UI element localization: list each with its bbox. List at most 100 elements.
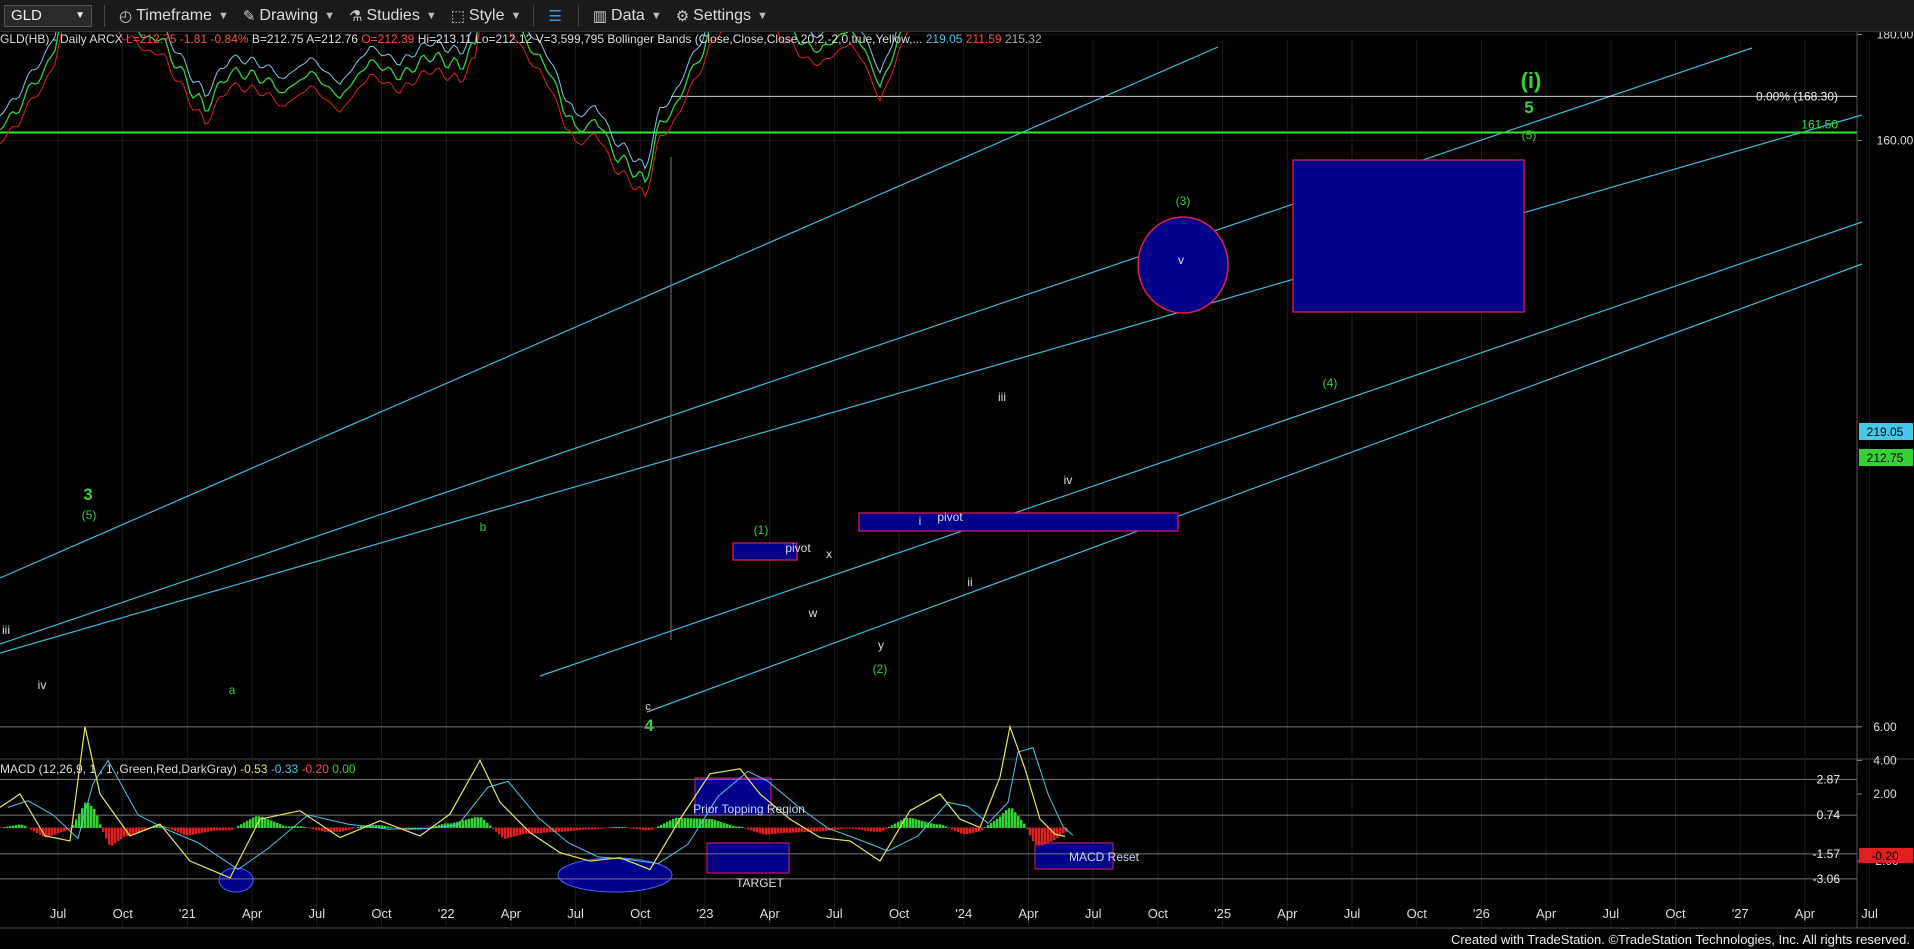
x-tick-label: '26 [1473,906,1490,921]
macd-histogram-bar [237,825,240,828]
macd-histogram-bar [303,826,306,828]
macd-histogram-bar [483,820,486,828]
open-price: O=212.39 [361,32,415,46]
macd-histogram-bar [759,827,762,834]
macd-level-label: 0.74 [1817,808,1841,822]
macd-histogram-bar [609,827,612,828]
macd-histogram-bar [753,827,756,832]
macd-histogram-bar [297,826,300,828]
wave-label: iv [38,678,47,692]
macd-histogram-bar [513,827,516,837]
macd-histogram-bar [312,827,315,830]
macd-histogram-bar [879,827,882,832]
macd-histogram-bar [198,827,201,834]
wave-label: pivot [937,510,963,524]
macd-study-label: MACD (12,26,9, 1 , 1 ,Green,Red,DarkGray… [0,762,237,776]
x-tick-label: '24 [955,906,972,921]
y-tick-label: 160.00 [1877,133,1914,147]
macd-histogram-bar [690,818,693,828]
symbol-selector[interactable]: GLD ▼ [4,4,92,27]
timeframe-button[interactable]: ◴ Timeframe ▼ [119,3,229,29]
macd-histogram-bar [0,827,3,828]
macd-badge-label: -0.20 [1871,849,1899,863]
macd-histogram-bar [573,827,576,831]
macd-histogram-bar [972,827,975,833]
macd-histogram-bar [954,827,957,831]
macd-histogram-bar [108,827,111,845]
macd-histogram-bar [474,817,477,828]
pivot-box [858,512,1179,532]
x-tick-label: '25 [1214,906,1231,921]
macd-histogram-bar [684,818,687,828]
macd-histogram-bar [282,825,285,828]
macd-histogram-bar [24,825,27,828]
drawing-button[interactable]: ✎ Drawing ▼ [243,3,335,29]
studies-label: Studies [366,6,420,24]
target-box [1292,159,1525,313]
macd-histogram-bar [507,827,510,839]
macd-histogram-bar [708,818,711,828]
macd-histogram-bar [540,827,543,833]
macd-histogram-bar [729,824,732,828]
low-price: Lo=212.12 [475,32,533,46]
macd-histogram-bar [936,824,939,828]
macd-histogram-bar [1023,823,1026,828]
macd-histogram-bar [468,818,471,828]
x-tick-label: Jul [1344,906,1361,921]
macd-histogram-bar [741,826,744,828]
macd-histogram-bar [813,827,816,832]
layout-icon: ☰ [548,7,562,25]
x-tick-label: Apr [1277,906,1298,921]
style-button[interactable]: ⬚ Style ▼ [451,3,522,29]
target-label: TARGET [736,876,784,890]
macd-histogram-bar [951,827,954,830]
macd-histogram-bar [213,827,216,831]
toolbar: GLD ▼ ◴ Timeframe ▼ ✎ Drawing ▼ ⚗ Studies ▼ ⬚ St… [0,0,1914,32]
target-box-macd [706,842,790,874]
macd-histogram-bar [357,826,360,828]
macd-histogram-bar [174,827,177,832]
x-tick-label: '21 [179,906,196,921]
macd-zero-value: 0.00 [332,762,356,776]
macd-histogram-bar [462,820,465,828]
wave-label: (2) [873,662,888,676]
style-icon: ⬚ [450,7,465,25]
macd-histogram-bar [195,827,198,835]
macd-histogram-bar [180,827,183,834]
data-button[interactable]: ▥ Data ▼ [593,3,662,29]
macd-histogram-bar [657,826,660,828]
macd-histogram-bar [582,827,585,830]
studies-button[interactable]: ⚗ Studies ▼ [349,3,437,29]
macd-histogram-bar [642,827,645,830]
macd-histogram-bar [669,820,672,828]
macd-histogram-bar [522,827,525,835]
macd-histogram-bar [996,818,999,828]
instrument-name: GLD(HB) - Daily ARCX [0,32,123,46]
macd-histogram-bar [93,808,96,828]
price-change: -1.81 [179,32,208,46]
bb-lower-value: 211.59 [965,32,1002,46]
macd-histogram-bar [558,827,561,832]
macd-histogram-bar [705,818,708,828]
macd-histogram-bar [285,826,288,828]
macd-histogram-bar [963,827,966,835]
macd-histogram-bar [201,827,204,833]
macd-histogram-bar [795,827,798,833]
settings-button[interactable]: ⚙ Settings ▼ [676,3,768,29]
macd-histogram-bar [651,827,654,830]
macd-histogram-bar [27,827,30,829]
macd-histogram-bar [207,827,210,832]
macd-histogram-bar [843,827,846,829]
macd-histogram-bar [756,827,759,833]
settings-label: Settings [693,6,751,24]
wave-label: w [808,606,818,620]
macd-histogram-bar [792,827,795,833]
macd-histogram-bar [762,827,765,835]
macd-histogram-bar [342,827,345,832]
macd-histogram-bar [165,827,168,828]
layout-button[interactable]: ☰ [548,3,565,29]
macd-histogram-bar [444,823,447,828]
macd-histogram-bar [546,827,549,833]
macd-histogram-bar [441,824,444,828]
macd-histogram-bar [585,827,588,830]
